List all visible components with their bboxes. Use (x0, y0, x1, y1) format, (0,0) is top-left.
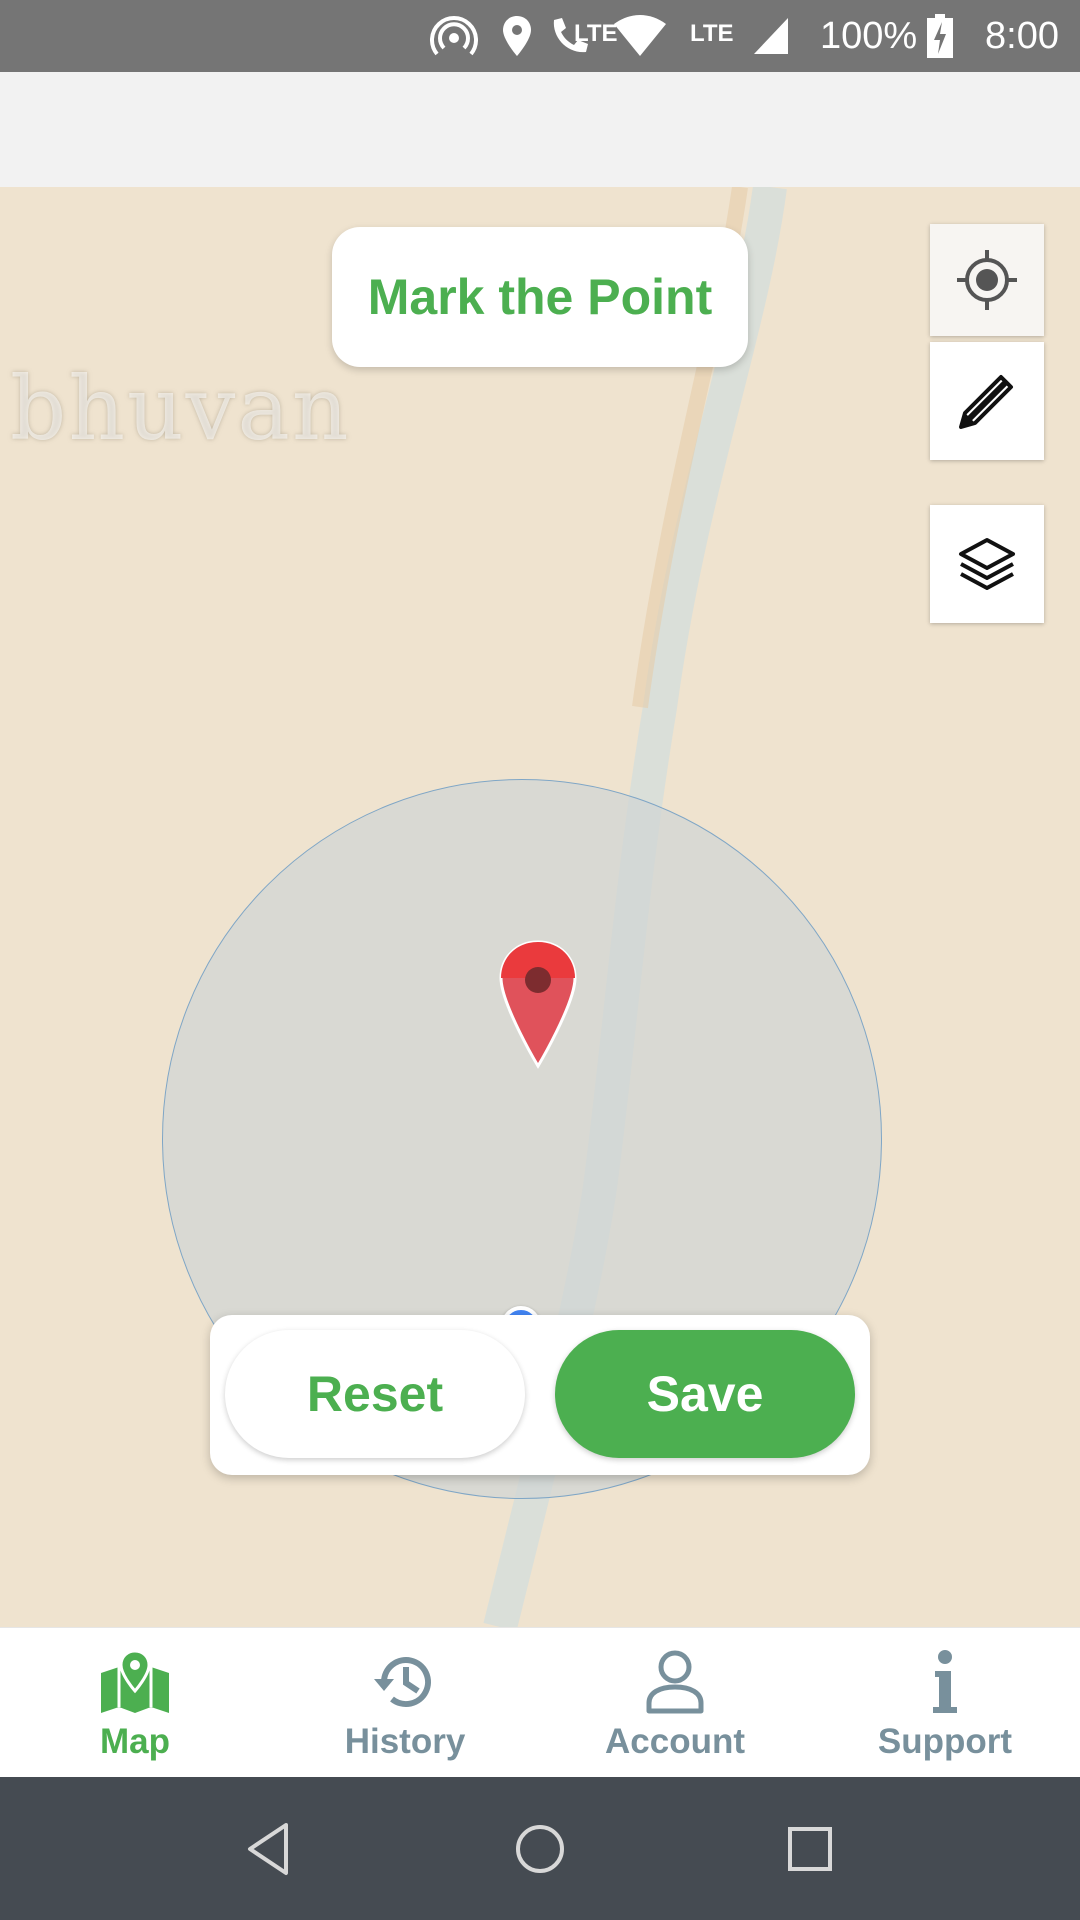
recents-icon[interactable] (778, 1817, 842, 1881)
bottom-navigation: Map History Account Support (0, 1627, 1080, 1778)
wifi-icon (614, 15, 666, 56)
location-icon (503, 16, 531, 56)
status-bar: LTE LTE 100% 8:00 (0, 0, 1080, 72)
hotspot-icon (430, 16, 478, 56)
nav-item-history[interactable]: History (270, 1628, 540, 1778)
mark-point-banner: Mark the Point (332, 227, 748, 367)
info-icon (933, 1650, 957, 1713)
app-bar (0, 72, 1080, 187)
my-location-button[interactable] (930, 224, 1044, 336)
nav-label-map: Map (100, 1722, 170, 1761)
draw-button[interactable] (930, 342, 1044, 460)
clock: 8:00 (985, 15, 1059, 57)
nav-label-support: Support (877, 1722, 1013, 1761)
account-icon (646, 1650, 704, 1714)
lte-label: LTE (690, 20, 734, 47)
battery-percent: 100% (820, 15, 918, 57)
layers-button[interactable] (930, 505, 1044, 623)
nav-item-account[interactable]: Account (540, 1628, 810, 1778)
history-icon (374, 1657, 431, 1708)
battery-charging-icon (927, 14, 953, 58)
signal-icon (754, 18, 788, 54)
map-watermark: bhuvan (10, 357, 351, 460)
map-icon (101, 1649, 169, 1713)
save-button[interactable]: Save (555, 1330, 855, 1458)
back-icon[interactable] (236, 1817, 300, 1881)
reset-button[interactable]: Reset (225, 1330, 525, 1458)
lte-small-label: LTE (574, 20, 618, 47)
mark-point-label: Mark the Point (367, 269, 713, 325)
nav-item-support[interactable]: Support (810, 1628, 1080, 1778)
pencil-icon (959, 375, 1013, 429)
marker-pin-icon[interactable] (497, 940, 579, 1070)
home-icon[interactable] (508, 1817, 572, 1881)
nav-item-map[interactable]: Map (0, 1628, 270, 1778)
action-panel: Reset Save (210, 1315, 870, 1475)
layers-icon (959, 538, 1015, 590)
my-location-icon (957, 250, 1017, 310)
nav-label-account: Account (605, 1722, 745, 1761)
nav-label-history: History (344, 1722, 466, 1761)
system-navigation-bar (0, 1777, 1080, 1920)
